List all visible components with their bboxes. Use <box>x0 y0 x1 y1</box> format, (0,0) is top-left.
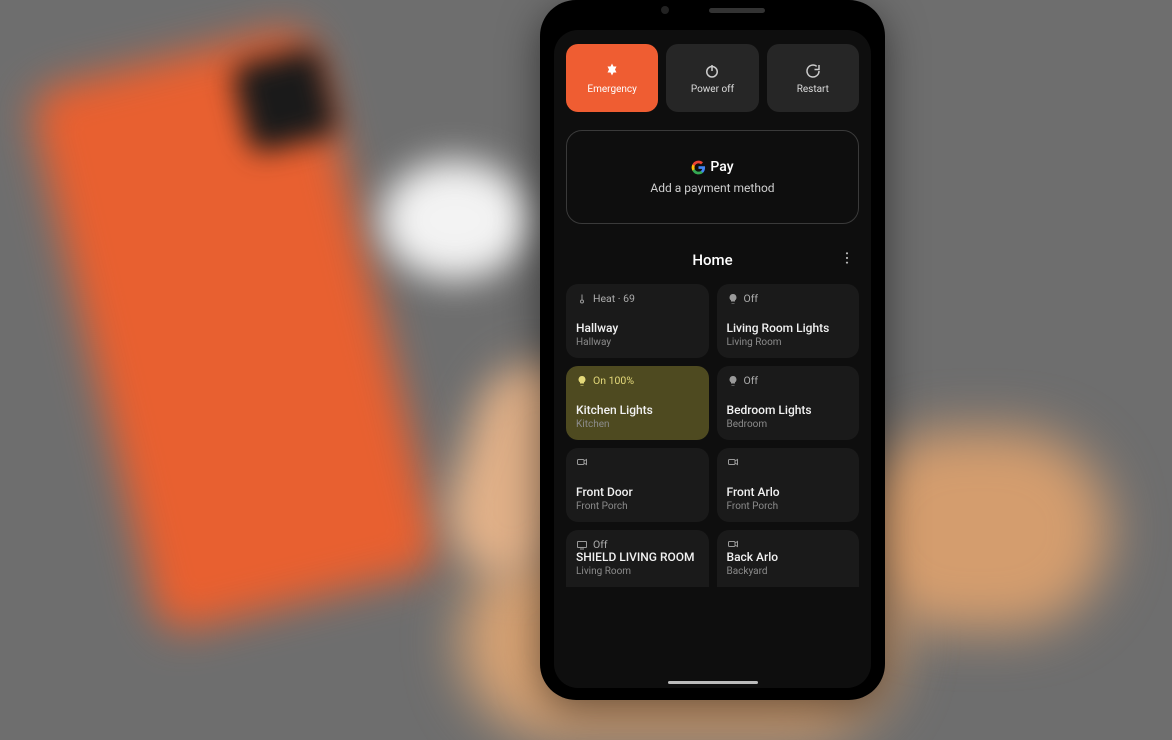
tile-status: On 100% <box>593 374 634 387</box>
power-menu-row: Emergency Power off Restart <box>566 44 859 112</box>
emergency-label: Emergency <box>587 84 636 95</box>
tile-status-row: Off <box>727 374 850 387</box>
tile-body: Back ArloBackyard <box>727 551 850 577</box>
tile-body: Kitchen LightsKitchen <box>576 404 699 430</box>
tile-status-row: On 100% <box>576 374 699 387</box>
restart-button[interactable]: Restart <box>767 44 859 112</box>
camera-icon <box>727 456 739 468</box>
tv-icon <box>576 539 588 551</box>
tile-status-row <box>576 456 699 468</box>
tile-room: Living Room <box>576 566 699 577</box>
tile-status-row <box>727 456 850 468</box>
power-off-button[interactable]: Power off <box>666 44 758 112</box>
tile-name: Front Arlo <box>727 486 850 500</box>
bulb-icon <box>727 293 739 305</box>
gpay-subtitle: Add a payment method <box>650 181 774 195</box>
tile-name: Front Door <box>576 486 699 500</box>
device-tile[interactable]: Back ArloBackyard <box>717 530 860 587</box>
more-options-button[interactable] <box>837 248 857 268</box>
tile-name: Kitchen Lights <box>576 404 699 418</box>
tile-body: Bedroom LightsBedroom <box>727 404 850 430</box>
camera-icon <box>576 456 588 468</box>
tile-status: Off <box>744 374 759 387</box>
phone-frame: Emergency Power off Restart <box>540 0 885 700</box>
tile-body: SHIELD LIVING ROOMLiving Room <box>576 551 699 577</box>
tile-room: Kitchen <box>576 419 699 430</box>
more-vertical-icon <box>839 250 855 266</box>
tile-room: Front Porch <box>576 501 699 512</box>
tile-name: Hallway <box>576 322 699 336</box>
google-g-icon <box>691 160 706 175</box>
power-off-label: Power off <box>691 84 734 95</box>
tile-body: HallwayHallway <box>576 322 699 348</box>
gpay-card[interactable]: Pay Add a payment method <box>566 130 859 224</box>
tile-name: SHIELD LIVING ROOM <box>576 551 699 565</box>
tile-status: Off <box>744 292 759 305</box>
bulb-icon <box>727 375 739 387</box>
restart-icon <box>804 62 822 80</box>
power-icon <box>703 62 721 80</box>
tile-room: Living Room <box>727 337 850 348</box>
device-tile[interactable]: On 100% Kitchen LightsKitchen <box>566 366 709 440</box>
background-orange-phone <box>27 23 444 637</box>
background-fingers <box>850 430 1110 630</box>
device-tile[interactable]: Front ArloFront Porch <box>717 448 860 522</box>
tile-body: Living Room LightsLiving Room <box>727 322 850 348</box>
camera-icon <box>727 538 739 550</box>
section-title: Home <box>692 251 732 269</box>
tile-name: Living Room Lights <box>727 322 850 336</box>
tile-room: Bedroom <box>727 419 850 430</box>
tile-room: Hallway <box>576 337 699 348</box>
thermostat-icon <box>576 293 588 305</box>
tile-status-row: Off <box>727 292 850 305</box>
tile-status-row <box>727 538 850 550</box>
tile-room: Backyard <box>727 566 850 577</box>
tile-body: Front DoorFront Porch <box>576 486 699 512</box>
restart-label: Restart <box>797 84 829 95</box>
device-tile[interactable]: OffSHIELD LIVING ROOMLiving Room <box>566 530 709 587</box>
phone-screen: Emergency Power off Restart <box>554 30 871 688</box>
front-camera-icon <box>661 6 669 14</box>
phone-notch <box>661 6 765 14</box>
tile-name: Bedroom Lights <box>727 404 850 418</box>
gpay-brand-text: Pay <box>710 159 733 175</box>
tile-room: Front Porch <box>727 501 850 512</box>
device-tile[interactable]: Front DoorFront Porch <box>566 448 709 522</box>
emergency-button[interactable]: Emergency <box>566 44 658 112</box>
background-earbud-case <box>380 160 530 280</box>
home-section-header: Home <box>566 246 859 274</box>
tile-body: Front ArloFront Porch <box>727 486 850 512</box>
device-tile[interactable]: Off Living Room LightsLiving Room <box>717 284 860 358</box>
tile-name: Back Arlo <box>727 551 850 565</box>
device-tile[interactable]: Heat · 69 HallwayHallway <box>566 284 709 358</box>
bulb-icon <box>576 375 588 387</box>
device-tile[interactable]: Off Bedroom LightsBedroom <box>717 366 860 440</box>
device-grid: Heat · 69 HallwayHallway Off Living Room Li… <box>566 284 859 587</box>
home-indicator <box>668 681 758 684</box>
tile-status: Heat · 69 <box>593 292 635 305</box>
gpay-badge: Pay <box>691 159 733 175</box>
tile-status-row: Heat · 69 <box>576 292 699 305</box>
phone-speaker-icon <box>709 8 765 13</box>
emergency-icon <box>603 62 621 80</box>
